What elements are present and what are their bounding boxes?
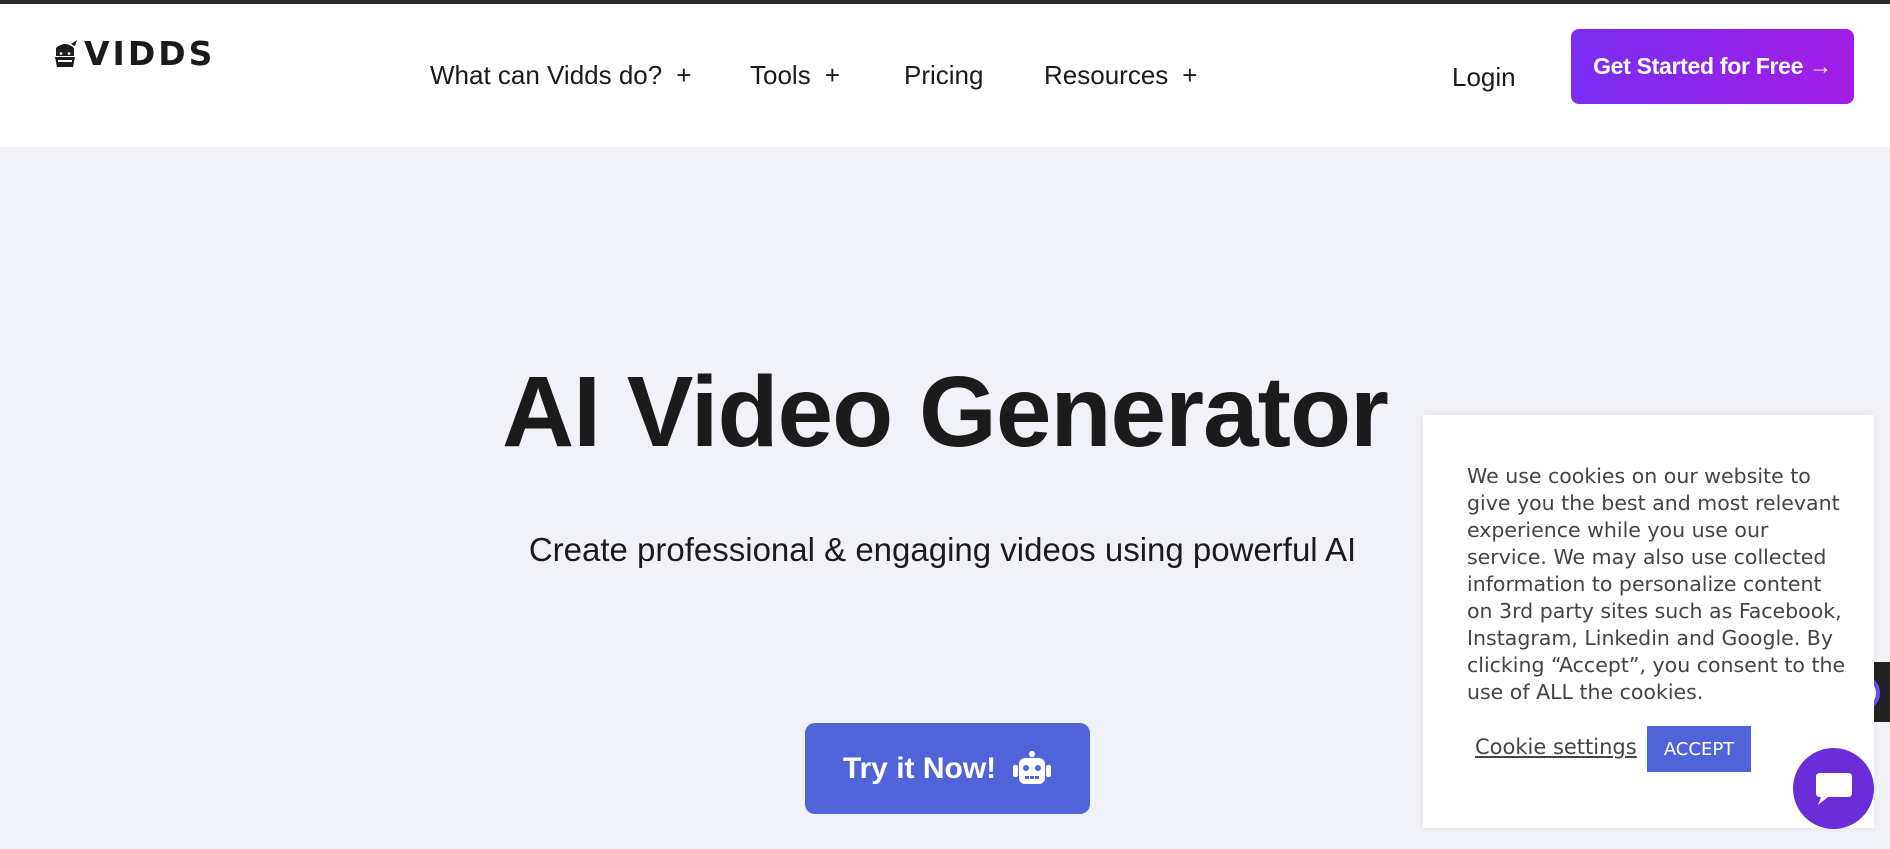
try-it-now-button[interactable]: Try it Now! — [805, 723, 1090, 814]
logo-wordmark: VIDDS — [84, 34, 216, 73]
site-logo[interactable]: VIDDS — [52, 37, 215, 70]
nav-item-label: Resources — [1044, 60, 1169, 90]
ninja-logo-icon — [55, 39, 77, 67]
try-it-now-label: Try it Now! — [842, 751, 997, 785]
nav-item-label: Pricing — [904, 60, 984, 90]
nav-item-pricing[interactable]: Pricing — [904, 60, 983, 91]
login-link[interactable]: Login — [1452, 62, 1516, 93]
nav-item-what-can-vidds-do[interactable]: What can Vidds do? + — [430, 60, 691, 91]
cookie-consent-text: We use cookies on our website to give yo… — [1467, 464, 1846, 704]
plus-icon: + — [1182, 60, 1198, 90]
plus-icon: + — [676, 60, 692, 90]
nav-item-resources[interactable]: Resources + — [1044, 60, 1197, 91]
accept-cookies-button[interactable]: ACCEPT — [1647, 726, 1751, 772]
hero-subtitle-text: Create professional & engaging videos us… — [528, 531, 1357, 568]
nav-item-label: Tools — [750, 60, 811, 90]
robot-icon — [1013, 750, 1052, 784]
chat-bubble-icon — [1815, 772, 1852, 805]
chat-launcher-button[interactable] — [1793, 748, 1874, 829]
nav-item-label: What can Vidds do? — [430, 60, 663, 90]
nav-item-tools[interactable]: Tools + — [750, 60, 840, 91]
cookie-settings-link[interactable]: Cookie settings — [1475, 735, 1637, 759]
site-header: VIDDS What can Vidds do? + Tools + Prici… — [0, 4, 1890, 147]
plus-icon: + — [824, 60, 840, 90]
get-started-button[interactable]: Get Started for Free → — [1571, 29, 1854, 104]
